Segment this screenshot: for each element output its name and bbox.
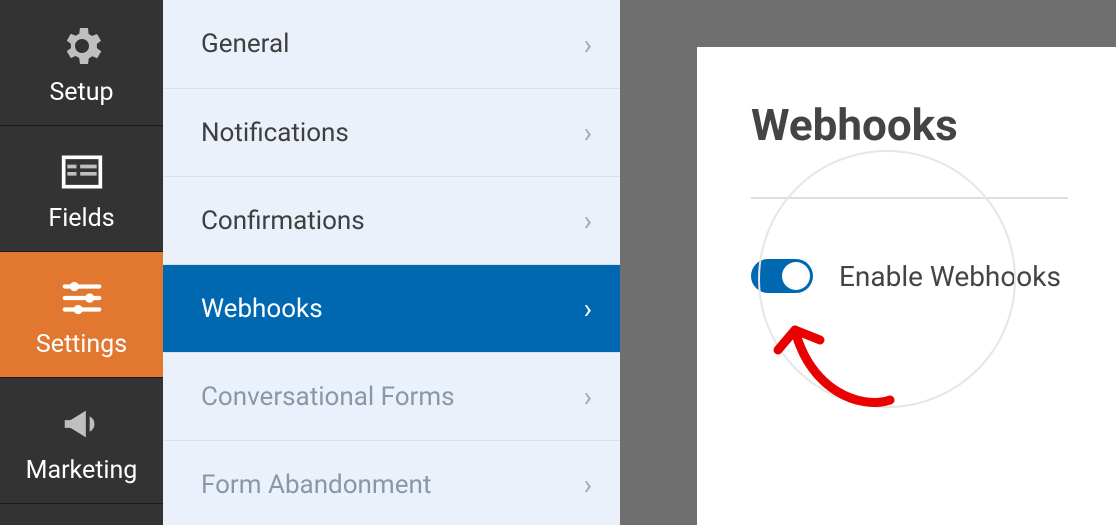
sidebar-item-marketing[interactable]: Marketing <box>0 378 163 504</box>
submenu-item-label: Notifications <box>201 118 349 148</box>
submenu-item-form-abandonment[interactable]: Form Abandonment › <box>163 440 620 525</box>
submenu-item-label: Form Abandonment <box>201 470 431 500</box>
sliders-icon <box>52 270 112 326</box>
enable-webhooks-row: Enable Webhooks <box>751 259 1068 293</box>
chevron-right-icon: › <box>584 468 592 501</box>
sidebar-item-label: Setup <box>49 78 113 107</box>
gear-icon <box>52 18 112 74</box>
submenu-item-conversational-forms[interactable]: Conversational Forms › <box>163 352 620 440</box>
submenu-item-label: General <box>201 29 289 59</box>
form-icon <box>52 144 112 200</box>
sidebar-item-label: Fields <box>48 204 114 233</box>
toggle-label: Enable Webhooks <box>839 260 1061 293</box>
submenu-item-confirmations[interactable]: Confirmations › <box>163 176 620 264</box>
chevron-right-icon: › <box>584 380 592 413</box>
enable-webhooks-toggle[interactable] <box>751 259 813 293</box>
submenu-item-notifications[interactable]: Notifications › <box>163 88 620 176</box>
submenu-item-label: Webhooks <box>201 294 323 324</box>
sidebar-item-label: Settings <box>36 330 127 359</box>
toggle-knob <box>782 262 810 290</box>
primary-sidebar: Setup Fields Settings Marketing <box>0 0 163 525</box>
panel-title: Webhooks <box>751 99 1068 151</box>
webhooks-panel: Webhooks Enable Webhooks <box>697 47 1116 525</box>
chevron-right-icon: › <box>584 204 592 237</box>
chevron-right-icon: › <box>584 292 592 325</box>
submenu-item-general[interactable]: General › <box>163 0 620 88</box>
sidebar-item-settings[interactable]: Settings <box>0 252 163 378</box>
sidebar-item-fields[interactable]: Fields <box>0 126 163 252</box>
submenu-item-webhooks[interactable]: Webhooks › <box>163 264 620 352</box>
sidebar-item-setup[interactable]: Setup <box>0 0 163 126</box>
divider <box>751 197 1068 199</box>
submenu-item-label: Conversational Forms <box>201 382 455 412</box>
settings-submenu: General › Notifications › Confirmations … <box>163 0 620 525</box>
sidebar-item-label: Marketing <box>26 456 138 485</box>
chevron-right-icon: › <box>584 116 592 149</box>
chevron-right-icon: › <box>584 28 592 61</box>
submenu-item-label: Confirmations <box>201 206 365 236</box>
megaphone-icon <box>52 396 112 452</box>
